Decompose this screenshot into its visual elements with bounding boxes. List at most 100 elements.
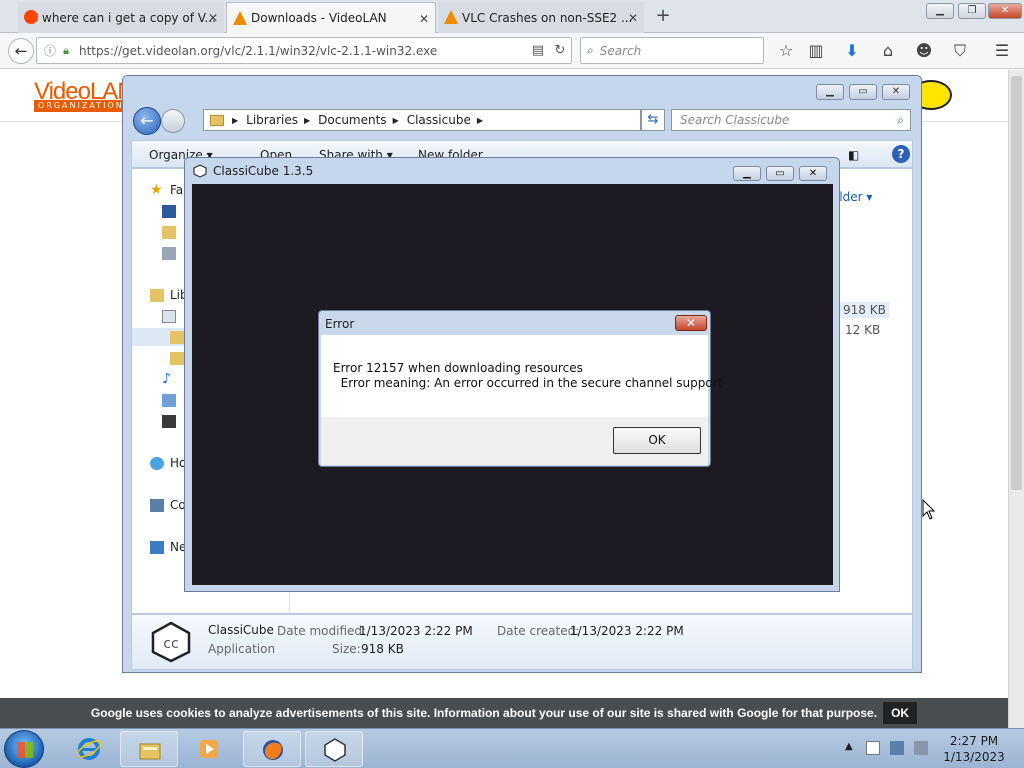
recent-places-icon xyxy=(162,246,176,260)
size-value: 918 KB xyxy=(361,642,404,656)
details-pane: cc ClassiCube Application Date modified:… xyxy=(131,614,913,670)
sync-icon[interactable]: ☻ xyxy=(914,41,934,61)
lock-icon: 🔒︎ xyxy=(63,43,69,57)
scrollbar-thumb[interactable] xyxy=(1011,76,1022,490)
preview-pane-icon[interactable]: ◧ xyxy=(848,148,859,162)
close-window-button[interactable]: ✕ xyxy=(799,166,827,181)
tab-downloads-videolan[interactable]: Downloads - VideoLAN ✕ xyxy=(226,2,436,33)
nav-computer[interactable]: Co xyxy=(150,496,186,514)
reload-icon[interactable]: ↻ xyxy=(549,43,571,58)
nav-library-item[interactable] xyxy=(162,307,182,325)
date-created-value: 1/13/2023 2:22 PM xyxy=(570,624,684,638)
taskbar-media-player[interactable] xyxy=(180,731,238,767)
help-icon[interactable]: ? xyxy=(892,145,910,163)
close-window-button[interactable]: ✕ xyxy=(988,3,1022,19)
menu-icon[interactable]: ☰ xyxy=(992,41,1012,61)
chevron-right-icon[interactable]: ▶ xyxy=(304,116,310,125)
tab-label: VLC Crashes on non-SSE2 ... xyxy=(462,10,633,25)
error-dialog: Error ✕ Error 12157 when downloading res… xyxy=(318,310,722,467)
close-button[interactable]: ✕ xyxy=(675,315,707,331)
ok-button[interactable]: OK xyxy=(613,427,701,454)
back-button[interactable]: ← xyxy=(133,107,161,135)
minimize-button[interactable]: ▁ xyxy=(926,3,954,19)
back-button[interactable]: ← xyxy=(8,38,34,64)
chevron-right-icon[interactable]: ▶ xyxy=(477,116,483,125)
search-input[interactable]: ⌕ Search xyxy=(580,37,764,64)
nav-library-item[interactable]: ♪ xyxy=(162,370,182,388)
taskbar-classicube[interactable] xyxy=(305,731,363,767)
page-scrollbar[interactable] xyxy=(1008,70,1024,728)
pictures-icon xyxy=(162,393,176,407)
libraries-icon xyxy=(150,288,164,302)
breadcrumb-libraries[interactable]: Libraries xyxy=(246,113,298,127)
maximize-button[interactable]: ▭ xyxy=(849,84,877,100)
pocket-icon[interactable]: ⛉ xyxy=(950,41,970,61)
chevron-right-icon[interactable]: ▶ xyxy=(393,116,399,125)
library-icon[interactable]: ▥ xyxy=(806,41,826,61)
url-bar[interactable]: ⓘ 🔒︎ https://get.videolan.org/vlc/2.1.1/… xyxy=(36,37,572,64)
reader-view-icon[interactable]: ▤ xyxy=(527,43,549,58)
browser-navbar: ← ⓘ 🔒︎ https://get.videolan.org/vlc/2.1.… xyxy=(0,33,1024,69)
breadcrumb-classicube[interactable]: Classicube xyxy=(407,113,471,127)
media-player-icon xyxy=(200,740,218,758)
search-icon[interactable]: ⌕ xyxy=(897,110,904,130)
taskbar-firefox[interactable] xyxy=(243,731,301,767)
url-text[interactable]: https://get.videolan.org/vlc/2.1.1/win32… xyxy=(79,44,527,58)
documents-icon xyxy=(162,309,176,323)
action-center-icon[interactable] xyxy=(866,741,880,755)
dialog-message: Error 12157 when downloading resources E… xyxy=(321,335,722,417)
restore-button[interactable]: ❐ xyxy=(958,3,986,19)
clock-date[interactable]: 1/13/2023 xyxy=(942,750,1006,764)
nav-favorites-item[interactable] xyxy=(162,244,182,262)
taskbar-file-explorer[interactable] xyxy=(120,731,178,767)
tab-reddit[interactable]: where can i get a copy of V... ✕ xyxy=(18,2,224,33)
close-window-button[interactable]: ✕ xyxy=(882,84,910,100)
size-label: Size: xyxy=(332,642,361,656)
cookie-ok-button[interactable]: OK xyxy=(883,702,918,724)
search-input[interactable]: Search Classicube ⌕ xyxy=(671,109,911,131)
nav-favorites[interactable]: ★ Fa xyxy=(150,181,183,199)
nav-library-item[interactable] xyxy=(162,412,182,430)
nav-network[interactable]: Ne xyxy=(150,538,186,556)
firefox-icon xyxy=(263,740,283,760)
chevron-right-icon[interactable]: ▶ xyxy=(232,116,238,125)
reddit-icon xyxy=(24,10,38,24)
date-modified-label: Date modified: xyxy=(277,624,367,638)
internet-explorer-icon xyxy=(77,738,101,760)
network-icon[interactable] xyxy=(890,741,904,755)
file-size[interactable]: 12 KB xyxy=(845,323,880,337)
nav-favorites-item[interactable] xyxy=(162,223,182,241)
taskbar-internet-explorer[interactable] xyxy=(60,731,118,767)
new-tab-button[interactable]: + xyxy=(652,5,674,27)
close-icon[interactable]: ✕ xyxy=(628,11,638,25)
file-name: ClassiCube xyxy=(208,623,274,637)
download-icon[interactable]: ⬇ xyxy=(842,41,862,61)
file-size[interactable]: 918 KB xyxy=(840,302,889,318)
breadcrumb-documents[interactable]: Documents xyxy=(318,113,386,127)
close-icon[interactable]: ✕ xyxy=(419,12,429,26)
close-icon[interactable]: ✕ xyxy=(208,11,218,25)
bookmark-star-icon[interactable]: ☆ xyxy=(776,41,796,61)
info-icon[interactable]: ⓘ xyxy=(41,42,59,59)
show-hidden-icons[interactable]: ▲ xyxy=(845,741,853,752)
windows-logo-icon xyxy=(17,742,33,758)
clock-time[interactable]: 2:27 PM xyxy=(946,734,1002,748)
forward-button[interactable] xyxy=(161,109,185,133)
minimize-button[interactable]: ▁ xyxy=(733,166,761,181)
search-placeholder: Search xyxy=(599,43,642,58)
nav-library-item[interactable] xyxy=(162,391,182,409)
network-icon xyxy=(150,540,164,554)
home-icon[interactable]: ⌂ xyxy=(878,41,898,61)
date-modified-value: 1/13/2023 2:22 PM xyxy=(359,624,473,638)
tab-vlc-crashes[interactable]: VLC Crashes on non-SSE2 ... ✕ xyxy=(438,2,644,33)
nav-libraries[interactable]: Lib xyxy=(150,286,188,304)
nav-favorites-item[interactable] xyxy=(162,202,182,220)
start-button[interactable] xyxy=(4,730,44,768)
minimize-button[interactable]: ▁ xyxy=(816,84,844,100)
volume-icon[interactable] xyxy=(914,741,928,755)
address-breadcrumb[interactable]: ▶ Libraries ▶ Documents ▶ Classicube ▶ xyxy=(203,109,641,131)
refresh-icon[interactable]: ⇆ xyxy=(641,109,665,131)
music-icon: ♪ xyxy=(162,370,171,387)
nav-homegroup[interactable]: Ho xyxy=(150,454,186,472)
maximize-button[interactable]: ▭ xyxy=(766,166,794,181)
